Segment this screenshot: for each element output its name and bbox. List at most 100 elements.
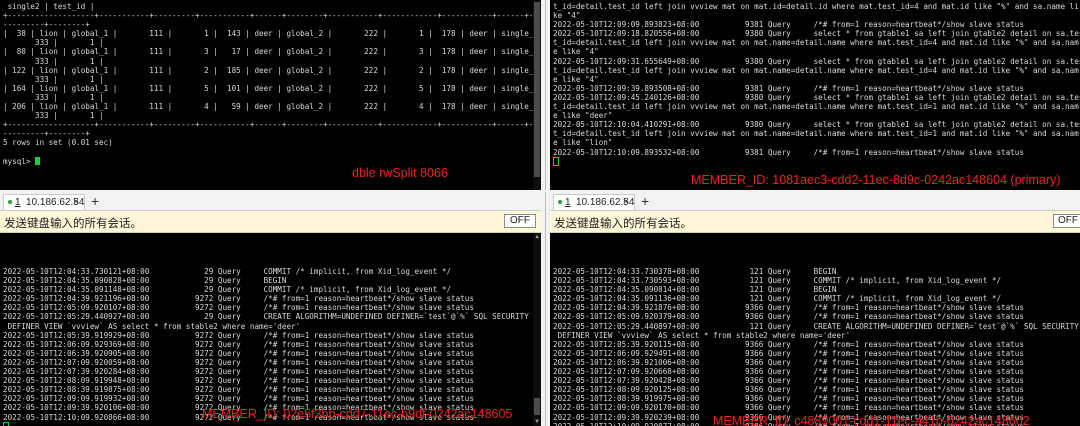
terminal-pane-top-right[interactable]: t_id=detail.test_id left join vvview mat… [550, 0, 1080, 190]
off-toggle-button[interactable]: OFF [1053, 214, 1080, 228]
terminal-output: 2022-05-10T12:04:33.730378+08:00 121 Que… [550, 267, 1080, 426]
cursor-icon [3, 421, 9, 426]
terminal-line: 2022-05-10T12:05:39.920115+08:00 9366 Qu… [553, 339, 1024, 349]
terminal-line: 2022-05-10T12:05:39.919929+08:00 9272 Qu… [3, 330, 474, 340]
terminal-line: 333 | 1 | [3, 56, 104, 66]
terminal-line: 2022-05-10T12:04:35.090828+08:00 29 Quer… [3, 276, 287, 286]
terminal-line: e like "deer" [553, 111, 613, 121]
scrollbar[interactable] [533, 0, 541, 190]
session-tab[interactable]: 1 10.186.62.54 × [553, 194, 635, 210]
terminal-line: 2022-05-10T12:09:18.820556+08:00 9380 Qu… [553, 29, 1080, 39]
terminal-line: 2022-05-10T12:05:09.920107+08:00 9272 Qu… [3, 303, 474, 313]
terminal-line: | 80 | lion | global_1 | 111 | 3 | 17 | … [3, 47, 541, 57]
terminal-line: +-------------------+-----------+-------… [3, 120, 541, 130]
terminal-line: 2022-05-10T12:10:04.410291+08:00 9380 Qu… [553, 120, 1080, 130]
terminal-line: e like "4" [553, 47, 599, 57]
terminal-pane-top-left[interactable]: single2 | test_id | +-------------------… [0, 0, 541, 190]
close-icon[interactable]: × [623, 195, 629, 210]
terminal-line: 5 rows in set (0.01 sec) [3, 138, 113, 148]
pane-caption: MEMBER_ID: c4889001-cdd1-11ec-a41b-0242a… [713, 414, 1030, 426]
terminal-line: e like "lion" [553, 138, 613, 148]
close-icon[interactable]: × [73, 195, 79, 210]
terminal-line: 2022-05-10T12:05:29.440897+08:00 121 Que… [553, 321, 1079, 331]
terminal-line: 2022-05-10T12:04:33.730593+08:00 121 Que… [553, 276, 1002, 286]
terminal-line: 333 | 1 | [3, 92, 104, 102]
terminal-line: 2022-05-10T12:06:09.929369+08:00 9272 Qu… [3, 339, 474, 349]
status-dot-icon [8, 200, 12, 204]
scroll-up-icon[interactable]: ▲ [533, 233, 541, 241]
terminal-line: t_id=detail.test_id left join vvview mat… [553, 2, 1079, 11]
scroll-down-icon[interactable]: ▼ [533, 418, 541, 426]
tab-number: 1 [565, 197, 571, 208]
terminal-line: 2022-05-10T12:04:39.921196+08:00 9272 Qu… [3, 294, 474, 304]
terminal-line: 2022-05-10T12:04:33.730121+08:00 29 Quer… [3, 267, 452, 276]
terminal-line: 2022-05-10T12:10:09.893532+08:00 9381 Qu… [553, 147, 1024, 157]
terminal-pane-bottom-right[interactable]: 1 10.186.62.54 × + 发送键盘输入的所有会话。 OFF 2022… [550, 192, 1080, 426]
pane-caption: MEMBER_ID: 1081aec3-cdd2-11ec-8d9c-0242a… [691, 173, 1061, 187]
infobar-text: 发送键盘输入的所有会话。 [554, 218, 692, 230]
terminal-line: 2022-05-10T12:07:09.920059+08:00 9272 Qu… [3, 357, 474, 367]
terminal-line: 2022-05-10T12:09:39.893508+08:00 9381 Qu… [553, 83, 1024, 93]
terminal-line: 2022-05-10T12:07:09.920668+08:00 9366 Qu… [553, 367, 1024, 377]
terminal-line: 2022-05-10T12:07:39.920428+08:00 9366 Qu… [553, 376, 1024, 386]
terminal-line: DEFINER VIEW `vvview` AS select * from s… [553, 330, 851, 340]
terminal-output: t_id=detail.test_id left join vvview mat… [550, 2, 1080, 167]
terminal-line: | 206 | lion | global_1 | 111 | 4 | 59 |… [3, 102, 541, 112]
terminal-line: 2022-05-10T12:06:09.929491+08:00 9366 Qu… [553, 348, 1024, 358]
terminal-line: t_id=detail.test_id left join vvview mat… [553, 38, 1079, 48]
add-tab-icon[interactable]: + [91, 193, 99, 209]
terminal-line: 2022-05-10T12:09:09.920170+08:00 9366 Qu… [553, 403, 1024, 413]
off-toggle-button[interactable]: OFF [504, 214, 536, 228]
terminal-line: mysql> [3, 156, 36, 166]
terminal-line: t_id=detail.test_id left join vvview mat… [553, 102, 1079, 112]
terminal-line: 2022-05-10T12:04:39.921876+08:00 9366 Qu… [553, 303, 1024, 313]
terminal-line: 2022-05-10T12:04:35.091136+08:00 121 Que… [553, 294, 1002, 304]
terminal-line: ke "4" [553, 11, 581, 21]
cursor-icon [553, 156, 559, 166]
terminal-line: 2022-05-10T12:05:29.440927+08:00 29 Quer… [3, 312, 529, 322]
terminal-line: 2022-05-10T12:09:31.655649+08:00 9380 Qu… [553, 56, 1080, 66]
terminal-line: 2022-05-10T12:04:35.091148+08:00 29 Quer… [3, 285, 452, 295]
terminal-line: 2022-05-10T12:08:09.919948+08:00 9272 Qu… [3, 376, 474, 386]
session-tab[interactable]: 1 10.186.62.54 × [3, 194, 85, 210]
terminal-line: 333 | 1 | [3, 111, 104, 121]
terminal-output: single2 | test_id | +-------------------… [0, 2, 541, 166]
scrollbar-thumb[interactable] [534, 2, 540, 177]
terminal-line: +-------------------+-----------+-------… [3, 11, 541, 21]
terminal-line: 333 | 1 | [3, 38, 104, 48]
pane-caption: dble rwSplit 8066 [352, 166, 448, 180]
terminal-line: ---------+--------+ [3, 20, 90, 30]
terminal-line: 2022-05-10T12:05:09.920379+08:00 9366 Qu… [553, 312, 1024, 322]
scrollbar[interactable]: ▲ ▼ [533, 233, 541, 426]
status-dot-icon [558, 200, 562, 204]
terminal-line: 2022-05-10T12:04:33.730378+08:00 121 Que… [553, 267, 837, 276]
terminal-area[interactable]: 2022-05-10T12:04:33.730378+08:00 121 Que… [550, 233, 1080, 426]
pane-divider-line [545, 0, 546, 426]
terminal-area[interactable]: 2022-05-10T12:04:33.730121+08:00 29 Quer… [0, 233, 541, 426]
terminal-line: 2022-05-10T12:08:39.919975+08:00 9366 Qu… [553, 394, 1024, 404]
terminal-line: 2022-05-10T12:09:09.893823+08:00 9381 Qu… [553, 20, 1024, 30]
terminal-line: 2022-05-10T12:06:39.920905+08:00 9272 Qu… [3, 348, 474, 358]
tab-bar: 1 10.186.62.54 × + [0, 192, 541, 211]
terminal-line: 2022-05-10T12:08:39.919875+08:00 9272 Qu… [3, 385, 474, 395]
terminal-line: 2022-05-10T12:08:09.920125+08:00 9366 Qu… [553, 385, 1024, 395]
pane-caption: MEMBER_ID: 02e5f3bb-cdd7-11ec-b9df-0242a… [202, 407, 513, 421]
broadcast-infobar: 发送键盘输入的所有会话。 OFF [0, 211, 541, 233]
tab-bar: 1 10.186.62.54 × + [550, 192, 1080, 211]
terminal-line: | 122 | lion | global_1 | 111 | 2 | 185 … [3, 65, 541, 75]
tab-number: 1 [15, 197, 21, 208]
terminal-line: 2022-05-10T12:09:09.919932+08:00 9272 Qu… [3, 394, 474, 404]
terminal-line: t_id=detail.test_id left join vvview mat… [553, 129, 1079, 139]
cursor-icon [35, 156, 41, 165]
scrollbar-thumb[interactable] [534, 398, 540, 415]
terminal-line: single2 | test_id | [3, 2, 95, 11]
terminal-line: 2022-05-10T12:09:45.240126+08:00 9380 Qu… [553, 92, 1080, 102]
add-tab-icon[interactable]: + [641, 193, 649, 209]
terminal-line: DEFINER VIEW `vvview` AS select * from s… [3, 321, 301, 331]
terminal-line: | 164 | lion | global_1 | 111 | 5 | 101 … [3, 83, 541, 93]
infobar-text: 发送键盘输入的所有会话。 [4, 218, 142, 230]
terminal-line: 333 | 1 | [3, 74, 104, 84]
terminal-output: 2022-05-10T12:04:33.730121+08:00 29 Quer… [0, 267, 541, 426]
broadcast-infobar: 发送键盘输入的所有会话。 OFF [550, 211, 1080, 233]
terminal-pane-bottom-left[interactable]: 1 10.186.62.54 × + 发送键盘输入的所有会话。 OFF 2022… [0, 192, 541, 426]
